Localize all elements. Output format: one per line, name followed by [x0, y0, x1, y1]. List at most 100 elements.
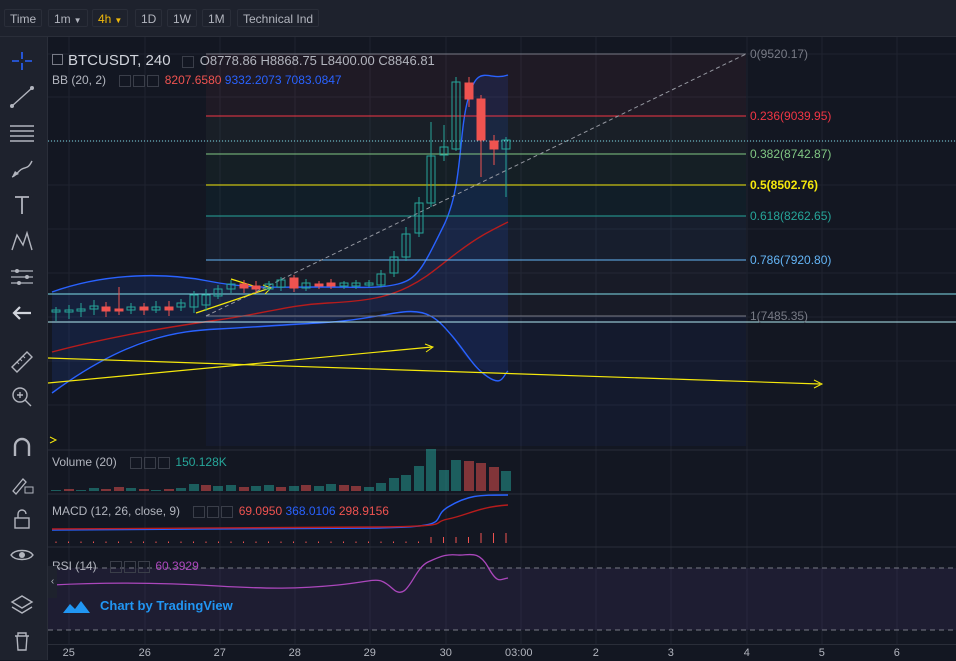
time-axis-label: 03:00 — [505, 647, 533, 659]
trend-arrow-head — [49, 436, 58, 444]
volume-bar — [414, 466, 424, 491]
ohlc-close: C8846.81 — [378, 53, 435, 68]
pattern-icon — [11, 230, 33, 251]
range-1m-button[interactable]: 1M — [202, 9, 231, 27]
volume-bar — [239, 487, 249, 491]
volume-bar — [101, 489, 111, 491]
eye-icon[interactable] — [119, 74, 132, 87]
time-axis-label: 2 — [592, 647, 599, 659]
close-icon[interactable] — [138, 560, 151, 573]
eye-icon[interactable] — [110, 560, 123, 573]
technical-indicators-button[interactable]: Technical Ind — [237, 9, 320, 27]
collapse-panel-button[interactable]: ‹ — [48, 566, 57, 598]
time-button[interactable]: Time — [4, 9, 43, 27]
eye-icon — [10, 549, 34, 561]
gear-icon[interactable] — [207, 505, 220, 518]
prediction-tool[interactable] — [7, 263, 37, 291]
volume-bar — [451, 460, 461, 491]
zoom-tool[interactable] — [7, 383, 37, 411]
time-axis-label: 5 — [818, 647, 825, 659]
lock-tool[interactable] — [7, 505, 37, 533]
collapse-legend-icon[interactable] — [52, 54, 63, 65]
range-1d-label: 1D — [141, 12, 157, 26]
pattern-tool[interactable] — [7, 227, 37, 255]
visibility-tool[interactable] — [7, 541, 37, 569]
range-1d-button[interactable]: 1D — [135, 9, 163, 27]
fib-label-1: 1(7485.35) — [750, 309, 809, 323]
crosshair-tool[interactable] — [7, 47, 37, 75]
top-toolbar: Time 1m ▼ 4h ▼ 1D 1W 1M Technical Ind — [0, 0, 956, 37]
interval-4h-dropdown[interactable]: 4h ▼ — [92, 9, 129, 27]
time-axis-label: 26 — [138, 647, 151, 659]
fib-label-618: 0.618(8262.65) — [750, 209, 832, 223]
brush-icon — [11, 160, 33, 178]
volume-legend: Volume (20) 150.128K — [52, 455, 227, 469]
candle-down — [289, 277, 299, 289]
macd-value: 368.0106 — [285, 504, 336, 518]
volume-bar — [476, 463, 486, 491]
zoom-in-icon — [12, 387, 32, 407]
ruler-tool[interactable] — [7, 347, 37, 375]
macd-histogram — [55, 533, 507, 543]
brush-tool[interactable] — [7, 155, 37, 183]
volume-bar — [126, 488, 136, 491]
gear-icon[interactable] — [144, 456, 157, 469]
interval-1m-dropdown[interactable]: 1m ▼ — [48, 9, 88, 27]
range-1w-button[interactable]: 1W — [167, 9, 197, 27]
technical-indicators-label: Technical Ind — [243, 12, 314, 26]
candle-down — [101, 306, 111, 312]
magnet-tool[interactable] — [7, 433, 37, 461]
rsi-label: RSI (14) — [52, 559, 97, 573]
lock-drawings-tool[interactable] — [7, 469, 37, 497]
close-icon[interactable] — [221, 505, 234, 518]
volume-bar — [314, 486, 324, 491]
settings-icon[interactable] — [182, 55, 195, 68]
volume-bar — [76, 490, 86, 491]
close-icon[interactable] — [147, 74, 160, 87]
trend-line-icon — [10, 86, 34, 108]
range-1w-label: 1W — [173, 12, 191, 26]
price-chart[interactable] — [48, 37, 956, 644]
macd-signal-value: 298.9156 — [338, 504, 389, 518]
layers-icon — [10, 595, 34, 614]
macd-label: MACD (12, 26, close, 9) — [52, 504, 181, 518]
horizontal-lines-tool[interactable] — [7, 119, 37, 147]
volume-bar — [301, 485, 311, 491]
trend-line-tool[interactable] — [7, 83, 37, 111]
candle-down — [251, 285, 261, 290]
volume-bar — [164, 489, 174, 491]
tradingview-branding[interactable]: Chart by TradingView — [62, 598, 233, 615]
horizontal-lines-icon — [10, 125, 34, 142]
volume-bar — [251, 486, 261, 491]
text-tool[interactable] — [7, 191, 37, 219]
caret-down-icon: ▼ — [73, 16, 82, 25]
text-icon — [15, 196, 29, 214]
drawing-toolbar — [0, 37, 48, 660]
time-axis-label: 29 — [363, 647, 376, 659]
volume-bar — [501, 471, 511, 491]
fib-label-5: 0.5(8502.76) — [750, 178, 819, 192]
eye-icon[interactable] — [193, 505, 206, 518]
back-arrow-tool[interactable] — [7, 299, 37, 327]
volume-bar — [364, 487, 374, 491]
gear-icon[interactable] — [133, 74, 146, 87]
layers-tool[interactable] — [7, 591, 37, 619]
time-axis[interactable]: 25 26 27 28 29 30 03:00 2 3 4 5 6 — [48, 644, 956, 661]
eye-icon[interactable] — [130, 456, 143, 469]
candle-down — [326, 282, 336, 287]
time-axis-label: 6 — [893, 647, 900, 659]
time-axis-label: 3 — [667, 647, 674, 659]
delete-tool[interactable] — [7, 627, 37, 655]
time-label: Time — [10, 12, 37, 26]
volume-bar — [64, 489, 74, 491]
volume-bar — [389, 478, 399, 491]
volume-bar — [289, 486, 299, 491]
volume-bar — [376, 483, 386, 491]
candle-down — [476, 98, 486, 141]
volume-bar — [213, 486, 223, 491]
bb-label: BB (20, 2) — [52, 73, 107, 87]
volume-bar — [426, 449, 436, 491]
volume-bar — [51, 490, 61, 491]
close-icon[interactable] — [158, 456, 171, 469]
gear-icon[interactable] — [124, 560, 137, 573]
